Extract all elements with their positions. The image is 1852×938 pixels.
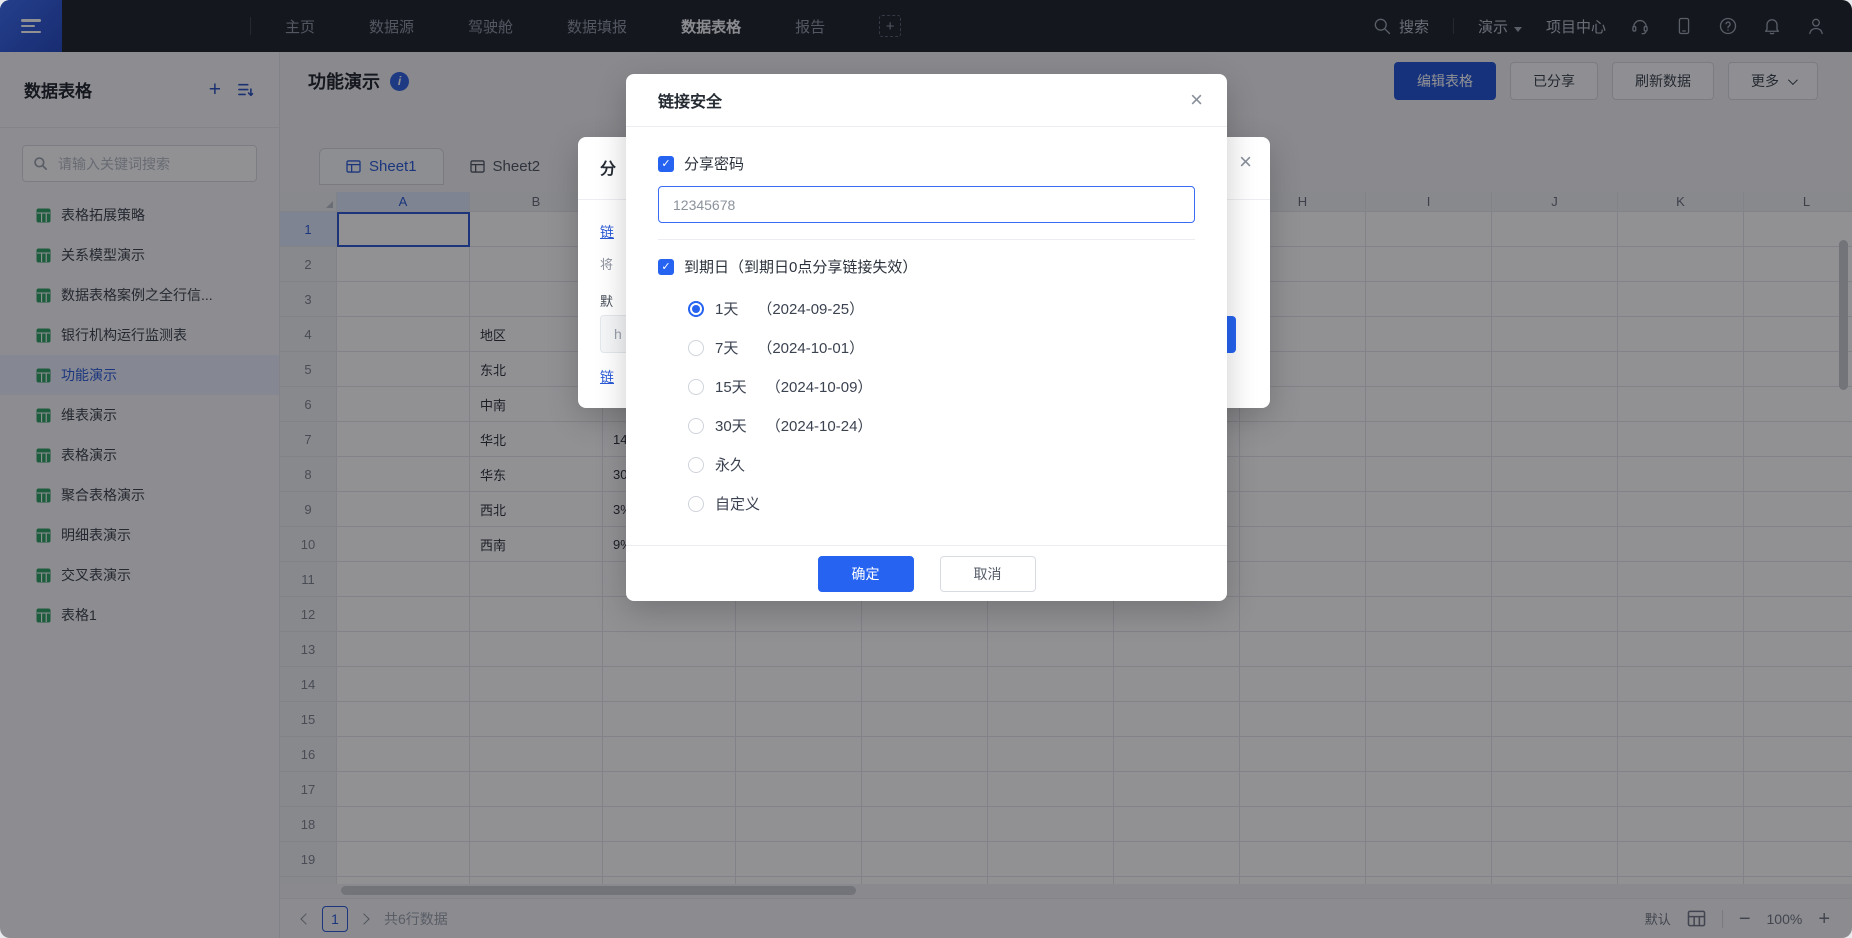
expiry-option-row[interactable]: 7天 （2024-10-01） [688, 328, 1195, 367]
checkbox-checked-icon[interactable] [658, 259, 674, 275]
expiry-option-row[interactable]: 1天 （2024-09-25） [688, 289, 1195, 328]
share-default-fragment: 默 [600, 291, 613, 310]
expiry-option-row[interactable]: 30天 （2024-10-24） [688, 406, 1195, 445]
expiry-option-row[interactable]: 永久 [688, 445, 1195, 484]
expiry-option-label: 30天 [715, 415, 747, 436]
radio-icon[interactable] [688, 457, 704, 473]
share-password-label: 分享密码 [684, 153, 744, 174]
expiry-option-label: 1天 [715, 298, 738, 319]
share-password-checkbox-row[interactable]: 分享密码 [658, 153, 1195, 174]
expiry-option-label: 自定义 [715, 493, 760, 514]
expiry-option-row[interactable]: 自定义 [688, 484, 1195, 523]
modal-footer: 确定 取消 [626, 545, 1227, 601]
expiry-checkbox-row[interactable]: 到期日（到期日0点分享链接失效） [658, 256, 1195, 277]
expiry-option-date: （2024-10-09） [766, 376, 873, 397]
modal-body: 分享密码 到期日（到期日0点分享链接失效） 1天 （2024-09-25） 7天 （2… [626, 127, 1227, 545]
share-link2-fragment[interactable]: 链 [600, 367, 614, 387]
expiry-label: 到期日（到期日0点分享链接失效） [684, 256, 917, 277]
app-window: 主页数据源驾驶舱数据填报数据表格报告 + 搜索 演示 项目中心 数据表格 [0, 0, 1852, 938]
expiry-option-label: 15天 [715, 376, 747, 397]
expiry-option-row[interactable]: 15天 （2024-10-09） [688, 367, 1195, 406]
modal-title: 链接安全 [658, 88, 722, 112]
expiry-option-label: 7天 [715, 337, 738, 358]
cancel-button[interactable]: 取消 [940, 556, 1036, 592]
expiry-option-date: （2024-10-01） [757, 337, 864, 358]
section-divider [658, 239, 1195, 240]
expiry-option-date: （2024-09-25） [757, 298, 864, 319]
radio-selected-icon[interactable] [688, 301, 704, 317]
share-link-fragment[interactable]: 链 [600, 222, 614, 242]
modal-header: 链接安全 × [626, 74, 1227, 127]
close-icon[interactable]: × [1190, 87, 1203, 113]
close-icon[interactable]: × [1239, 149, 1252, 175]
expiry-options: 1天 （2024-09-25） 7天 （2024-10-01） 15天 （2024-10-… [688, 289, 1195, 523]
expiry-option-date: （2024-10-24） [766, 415, 873, 436]
radio-icon[interactable] [688, 418, 704, 434]
checkbox-checked-icon[interactable] [658, 156, 674, 172]
share-dialog-title-fragment: 分 [600, 155, 616, 179]
share-password-input[interactable] [658, 186, 1195, 223]
radio-icon[interactable] [688, 379, 704, 395]
confirm-button[interactable]: 确定 [818, 556, 914, 592]
share-desc-fragment: 将 [600, 254, 613, 273]
radio-icon[interactable] [688, 340, 704, 356]
expiry-option-label: 永久 [715, 454, 745, 475]
radio-icon[interactable] [688, 496, 704, 512]
link-security-modal: 链接安全 × 分享密码 到期日（到期日0点分享链接失效） 1天 （2024-09-… [626, 74, 1227, 601]
